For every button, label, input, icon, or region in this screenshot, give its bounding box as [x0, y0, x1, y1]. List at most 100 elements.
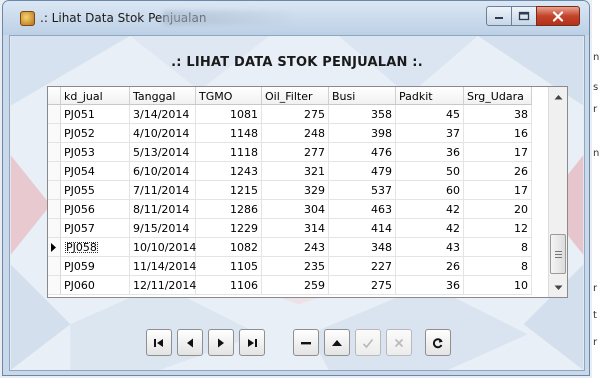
minimize-button[interactable] [486, 6, 512, 26]
grid-cell[interactable]: 26 [396, 257, 464, 276]
table-row[interactable]: PJ051 3/14/2014 1081 275 358 45 38 [48, 105, 548, 124]
grid-cell[interactable]: 10 [464, 276, 532, 295]
grid-cell[interactable]: 314 [262, 219, 329, 238]
grid-cell[interactable]: 26 [464, 162, 532, 181]
grid-cell[interactable]: 537 [329, 181, 396, 200]
table-row[interactable]: PJ060 12/11/2014 1106 259 275 36 10 [48, 276, 548, 295]
grid-cell[interactable]: PJ054 [61, 162, 130, 181]
grid-cell[interactable]: 414 [329, 219, 396, 238]
table-row[interactable]: PJ055 7/11/2014 1215 329 537 60 17 [48, 181, 548, 200]
table-row[interactable]: PJ058 10/10/2014 1082 243 348 43 8 [48, 238, 548, 257]
row-indicator[interactable] [48, 219, 61, 238]
grid-cell[interactable]: 5/13/2014 [130, 143, 196, 162]
grid-cell[interactable]: 42 [396, 200, 464, 219]
grid-cell[interactable]: 358 [329, 105, 396, 124]
grid-cell[interactable]: 275 [329, 276, 396, 295]
grid-cell[interactable]: 1105 [196, 257, 262, 276]
grid-cell[interactable]: 8 [464, 238, 532, 257]
grid-cell[interactable]: 1118 [196, 143, 262, 162]
row-indicator[interactable] [48, 276, 61, 295]
table-row[interactable]: PJ054 6/10/2014 1243 321 479 50 26 [48, 162, 548, 181]
scroll-thumb[interactable] [550, 234, 566, 274]
scroll-down-button[interactable] [550, 279, 566, 296]
grid-cell[interactable]: 8/11/2014 [130, 200, 196, 219]
row-indicator[interactable] [48, 200, 61, 219]
row-indicator[interactable] [48, 257, 61, 276]
grid-cell[interactable]: 36 [396, 276, 464, 295]
grid-cell[interactable]: 50 [396, 162, 464, 181]
grid-cell[interactable]: 243 [262, 238, 329, 257]
grid-cell[interactable]: 7/11/2014 [130, 181, 196, 200]
grid-cell[interactable]: 1243 [196, 162, 262, 181]
grid-cell[interactable]: 277 [262, 143, 329, 162]
grid-cell[interactable]: 398 [329, 124, 396, 143]
column-header-kd-jual[interactable]: kd_jual [61, 87, 130, 105]
nav-edit-button[interactable] [324, 329, 350, 356]
data-grid[interactable]: kd_jual Tanggal TGMO Oil_Filter Busi Padkit Sr… [47, 86, 568, 298]
grid-cell[interactable]: 36 [396, 143, 464, 162]
column-header-padkit[interactable]: Padkit [396, 87, 464, 105]
grid-cell[interactable]: 463 [329, 200, 396, 219]
table-row[interactable]: PJ057 9/15/2014 1229 314 414 42 12 [48, 219, 548, 238]
grid-cell[interactable]: 42 [396, 219, 464, 238]
table-row[interactable]: PJ052 4/10/2014 1148 248 398 37 16 [48, 124, 548, 143]
grid-cell[interactable]: 17 [464, 143, 532, 162]
maximize-button[interactable] [511, 6, 537, 26]
grid-cell[interactable]: 12 [464, 219, 532, 238]
grid-cell[interactable]: PJ056 [61, 200, 130, 219]
grid-cell[interactable]: 1082 [196, 238, 262, 257]
nav-refresh-button[interactable] [425, 329, 451, 356]
row-indicator[interactable] [48, 162, 61, 181]
grid-cell[interactable]: 38 [464, 105, 532, 124]
grid-cell[interactable]: 8 [464, 257, 532, 276]
grid-cell[interactable]: PJ055 [61, 181, 130, 200]
grid-cell[interactable]: 45 [396, 105, 464, 124]
grid-cell[interactable]: 1106 [196, 276, 262, 295]
table-row[interactable]: PJ053 5/13/2014 1118 277 476 36 17 [48, 143, 548, 162]
row-indicator[interactable] [48, 181, 61, 200]
grid-cell[interactable]: 3/14/2014 [130, 105, 196, 124]
grid-cell[interactable]: 235 [262, 257, 329, 276]
nav-next-button[interactable] [208, 329, 234, 356]
column-header-busi[interactable]: Busi [329, 87, 396, 105]
close-button[interactable] [536, 6, 580, 26]
grid-cell[interactable]: 479 [329, 162, 396, 181]
nav-first-button[interactable] [146, 329, 172, 356]
grid-cell[interactable]: 11/14/2014 [130, 257, 196, 276]
grid-cell[interactable]: PJ057 [61, 219, 130, 238]
column-header-oil-filter[interactable]: Oil_Filter [262, 87, 329, 105]
title-bar[interactable]: .: Lihat Data Stok Penjualan [3, 1, 589, 35]
app-icon[interactable] [20, 11, 35, 26]
row-indicator[interactable] [48, 238, 61, 257]
grid-cell[interactable]: PJ051 [61, 105, 130, 124]
grid-cell[interactable]: 1148 [196, 124, 262, 143]
grid-cell[interactable]: PJ053 [61, 143, 130, 162]
grid-cell[interactable]: 9/15/2014 [130, 219, 196, 238]
grid-cell[interactable]: 37 [396, 124, 464, 143]
column-header-tanggal[interactable]: Tanggal [130, 87, 196, 105]
grid-cell[interactable]: 348 [329, 238, 396, 257]
scroll-up-button[interactable] [550, 88, 566, 105]
nav-prior-button[interactable] [177, 329, 203, 356]
grid-cell[interactable]: 60 [396, 181, 464, 200]
grid-cell[interactable]: 6/10/2014 [130, 162, 196, 181]
grid-cell[interactable]: 321 [262, 162, 329, 181]
grid-cell[interactable]: 275 [262, 105, 329, 124]
grid-cell[interactable]: PJ059 [61, 257, 130, 276]
grid-cell[interactable]: 20 [464, 200, 532, 219]
row-indicator[interactable] [48, 124, 61, 143]
grid-cell[interactable]: 1229 [196, 219, 262, 238]
grid-cell[interactable]: PJ052 [61, 124, 130, 143]
grid-cell[interactable]: 329 [262, 181, 329, 200]
grid-cell[interactable]: 259 [262, 276, 329, 295]
grid-cell[interactable]: 1081 [196, 105, 262, 124]
grid-cell[interactable]: 17 [464, 181, 532, 200]
grid-cell[interactable]: 1286 [196, 200, 262, 219]
column-header-tgmo[interactable]: TGMO [196, 87, 262, 105]
nav-last-button[interactable] [239, 329, 265, 356]
column-header-srg-udara[interactable]: Srg_Udara [464, 87, 532, 105]
grid-cell[interactable]: 304 [262, 200, 329, 219]
grid-cell[interactable]: 12/11/2014 [130, 276, 196, 295]
grid-cell[interactable]: 10/10/2014 [130, 238, 196, 257]
table-row[interactable]: PJ059 11/14/2014 1105 235 227 26 8 [48, 257, 548, 276]
